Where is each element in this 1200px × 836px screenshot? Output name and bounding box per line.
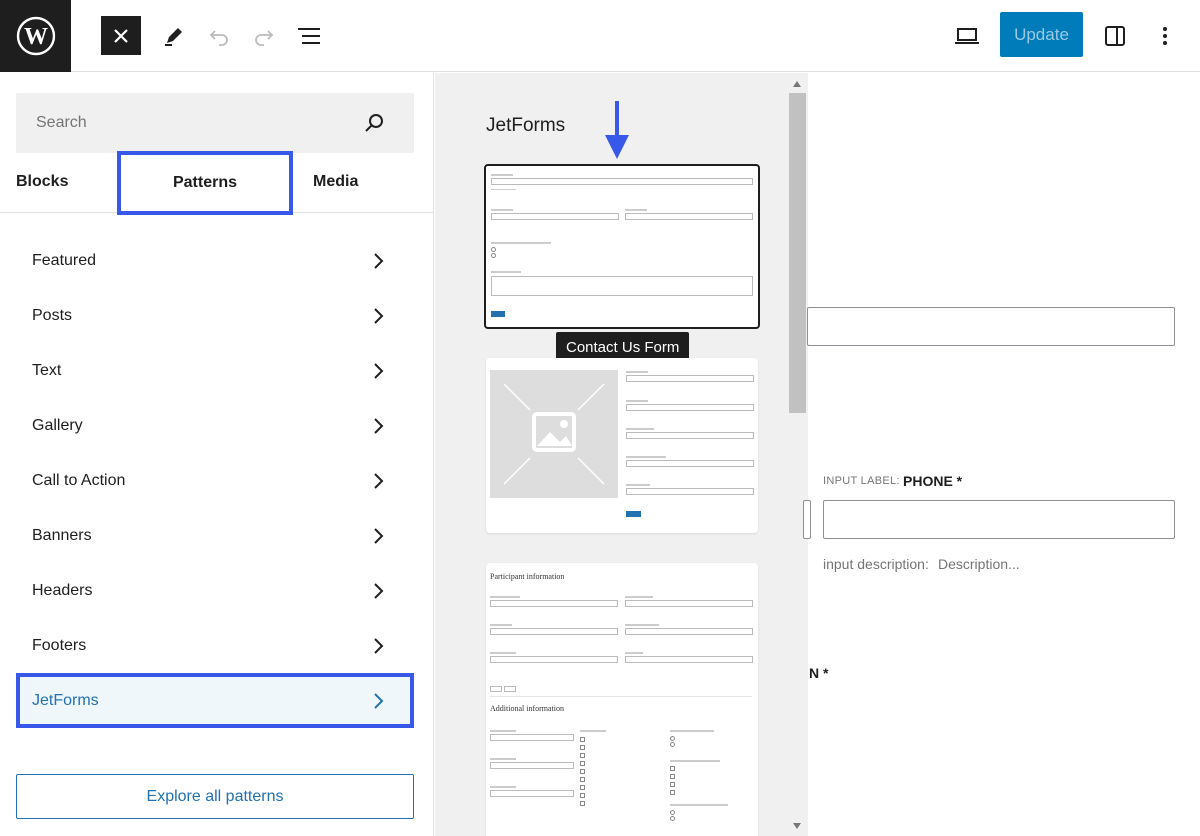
inserter-tabs: Blocks Patterns Media: [0, 151, 434, 215]
category-label: Footers: [32, 636, 87, 654]
category-label: Gallery: [32, 416, 83, 434]
search-icon: [365, 114, 383, 132]
undo-icon: [209, 29, 228, 46]
tab-blocks[interactable]: Blocks: [16, 151, 68, 213]
category-label: JetForms: [32, 691, 99, 709]
chevron-right-icon: [374, 528, 384, 544]
tab-patterns[interactable]: Patterns: [117, 151, 293, 215]
category-label: Banners: [32, 526, 92, 544]
update-button[interactable]: Update: [1000, 12, 1083, 57]
preview-button[interactable]: [949, 16, 985, 55]
image-placeholder-icon: [490, 370, 618, 498]
pencil-icon: [165, 27, 182, 46]
category-posts[interactable]: Posts: [16, 288, 414, 343]
category-call-to-action[interactable]: Call to Action: [16, 453, 414, 508]
input-label-value[interactable]: PHONE *: [903, 473, 962, 489]
arrow-down-icon: [605, 101, 629, 159]
redo-icon: [255, 29, 274, 46]
input-label-prefix: INPUT LABEL:: [823, 475, 900, 487]
category-featured[interactable]: Featured: [16, 233, 414, 288]
scroll-up-icon[interactable]: [793, 81, 801, 87]
chevron-right-icon: [374, 253, 384, 269]
category-label: Call to Action: [32, 471, 126, 489]
svg-text:W: W: [24, 24, 48, 50]
close-icon: [114, 28, 128, 43]
pattern-heading: Additional information: [490, 704, 564, 713]
scroll-down-icon[interactable]: [793, 823, 801, 829]
category-footers[interactable]: Footers: [16, 618, 414, 673]
pattern-card-participant-form[interactable]: Participant information Additional infor…: [486, 563, 758, 836]
form-field-input-partial[interactable]: [803, 500, 811, 539]
scrollbar-thumb[interactable]: [789, 93, 806, 413]
options-button[interactable]: [1147, 16, 1183, 55]
category-gallery[interactable]: Gallery: [16, 398, 414, 453]
input-description-label: input description:: [823, 556, 929, 572]
explore-all-patterns-button[interactable]: Explore all patterns: [16, 774, 414, 819]
form-field-input[interactable]: [807, 307, 1175, 346]
category-label: Featured: [32, 251, 97, 269]
redo-button[interactable]: [246, 16, 282, 55]
pattern-card-image-form[interactable]: [486, 358, 758, 533]
list-view-button[interactable]: [291, 16, 327, 55]
field-label-fragment: N *: [809, 665, 829, 681]
phone-input[interactable]: [823, 500, 1175, 539]
search-placeholder: Search: [36, 114, 87, 131]
category-label: Posts: [32, 306, 73, 324]
pattern-card-contact-us-form[interactable]: [484, 164, 760, 329]
more-vertical-icon: [1163, 26, 1167, 45]
category-banners[interactable]: Banners: [16, 508, 414, 563]
chevron-right-icon: [374, 418, 384, 434]
pattern-preview-panel: JetForms Contact Us Form Participant inf…: [435, 73, 808, 836]
category-headers[interactable]: Headers: [16, 563, 414, 618]
editor-canvas: INPUT LABEL: PHONE * input description: …: [803, 73, 1200, 836]
category-text[interactable]: Text: [16, 343, 414, 398]
tools-button[interactable]: [156, 16, 192, 55]
category-label: Headers: [32, 581, 93, 599]
category-label: Text: [32, 361, 62, 379]
tab-media[interactable]: Media: [313, 151, 358, 213]
list-view-icon: [298, 27, 320, 44]
category-jetforms[interactable]: JetForms: [16, 673, 414, 728]
chevron-right-icon: [374, 308, 384, 324]
pattern-heading: Participant information: [490, 572, 565, 581]
pattern-category-title: JetForms: [486, 115, 566, 136]
sidebar-toggle-icon: [1105, 25, 1125, 46]
block-inserter-panel: Search Blocks Patterns Media Featured Po…: [0, 73, 434, 836]
wordpress-icon[interactable]: W: [0, 0, 71, 72]
close-inserter-button[interactable]: [101, 16, 141, 55]
chevron-right-icon: [374, 693, 384, 709]
chevron-right-icon: [374, 638, 384, 654]
chevron-right-icon: [374, 473, 384, 489]
editor-top-toolbar: W Update: [0, 0, 1200, 72]
undo-button[interactable]: [201, 16, 237, 55]
input-description-field[interactable]: Description...: [938, 556, 1020, 572]
search-input[interactable]: Search: [16, 93, 414, 153]
pattern-category-list: Featured Posts Text Gallery Call to Acti…: [16, 233, 414, 728]
laptop-icon: [955, 27, 979, 44]
chevron-right-icon: [374, 583, 384, 599]
settings-button[interactable]: [1097, 16, 1133, 55]
chevron-right-icon: [374, 363, 384, 379]
